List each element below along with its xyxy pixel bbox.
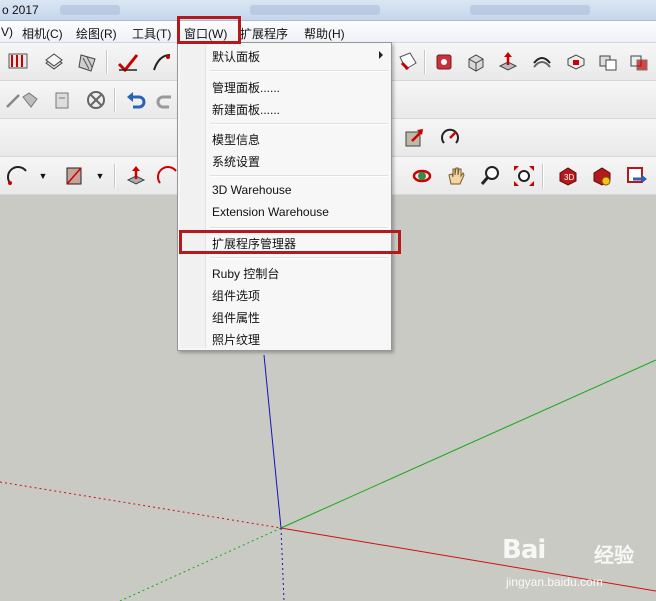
- watermark-url: jingyan.baidu.com: [506, 575, 603, 589]
- menu-item-photo-textures[interactable]: 照片纹理: [212, 331, 260, 348]
- erase-edge-icon[interactable]: [116, 50, 140, 74]
- intersect-icon[interactable]: [628, 50, 652, 74]
- menu-item-3d-warehouse[interactable]: 3D Warehouse: [212, 183, 292, 197]
- green-axis: [280, 359, 656, 529]
- menu-extensions[interactable]: 扩展程序: [240, 25, 288, 42]
- menu-item-manage-trays[interactable]: 管理面板......: [212, 79, 280, 96]
- menu-camera[interactable]: 相机(C): [22, 25, 63, 42]
- menu-item-model-info[interactable]: 模型信息: [212, 131, 260, 148]
- submenu-arrow-icon: [379, 51, 383, 59]
- menu-help[interactable]: 帮助(H): [304, 25, 345, 42]
- baidu-watermark: Bai 经验 jingyan.baidu.com: [502, 535, 652, 595]
- shadows-icon[interactable]: [76, 50, 100, 74]
- warehouse-icon[interactable]: 3D: [556, 164, 580, 188]
- position-camera-icon[interactable]: [50, 88, 74, 112]
- zoom-icon[interactable]: [478, 164, 502, 188]
- redo-icon[interactable]: [154, 88, 178, 112]
- menu-item-ruby-console[interactable]: Ruby 控制台: [212, 265, 279, 282]
- menu-view[interactable]: V): [1, 25, 13, 39]
- title-bar: o 2017: [0, 0, 656, 21]
- push-pull-icon[interactable]: [496, 50, 520, 74]
- watermark-logo: Bai: [502, 535, 546, 565]
- section-plane-icon[interactable]: [6, 50, 30, 74]
- push-pull-tool-icon[interactable]: [124, 164, 148, 188]
- layers-icon[interactable]: [42, 50, 66, 74]
- share-model-icon[interactable]: [624, 164, 648, 188]
- menu-item-extension-warehouse[interactable]: Extension Warehouse: [212, 205, 329, 219]
- blue-axis-negative: [280, 527, 285, 601]
- highlight-extension-manager: [179, 230, 401, 254]
- scale-icon[interactable]: [402, 126, 426, 150]
- menu-item-default-tray[interactable]: 默认面板: [212, 48, 260, 65]
- watermark-logo-tail: 经验: [594, 545, 634, 567]
- outer-shell-icon[interactable]: [596, 50, 620, 74]
- red-axis-negative: [0, 481, 282, 529]
- cancel-icon[interactable]: [84, 88, 108, 112]
- extension-warehouse-icon[interactable]: [590, 164, 614, 188]
- menu-item-component-attributes[interactable]: 组件属性: [212, 309, 260, 326]
- zoom-extents-icon[interactable]: [512, 164, 536, 188]
- rectangle-dropdown-icon[interactable]: ▼: [95, 164, 105, 188]
- undo-icon[interactable]: [124, 88, 148, 112]
- rectangle-icon[interactable]: [62, 164, 86, 188]
- paint-icon[interactable]: [395, 50, 419, 74]
- highlight-window-menu: [177, 16, 241, 44]
- menu-tools[interactable]: 工具(T): [132, 25, 171, 42]
- menu-item-component-options[interactable]: 组件选项: [212, 287, 260, 304]
- rotate-icon[interactable]: [438, 126, 462, 150]
- solid-tools-icon[interactable]: [564, 50, 588, 74]
- window-menu-dropdown: 默认面板 管理面板...... 新建面板...... 模型信息 系统设置 3D …: [177, 42, 392, 351]
- walk-icon[interactable]: [18, 88, 42, 112]
- pan-icon[interactable]: [444, 164, 468, 188]
- menu-item-new-tray[interactable]: 新建面板......: [212, 101, 280, 118]
- green-axis-negative: [119, 527, 282, 601]
- box-icon[interactable]: [464, 50, 488, 74]
- arc-dropdown-icon[interactable]: ▼: [38, 164, 48, 188]
- arc-icon[interactable]: [6, 164, 30, 188]
- menu-draw[interactable]: 绘图(R): [76, 25, 117, 42]
- orbit-icon[interactable]: [410, 164, 434, 188]
- svg-text:3D: 3D: [564, 173, 574, 182]
- menu-bar: V) 相机(C) 绘图(R) 工具(T) 窗口(W) 扩展程序 帮助(H): [0, 21, 656, 43]
- blue-axis: [263, 354, 282, 529]
- freehand-icon[interactable]: [150, 50, 174, 74]
- components-icon[interactable]: [432, 50, 456, 74]
- window-title: o 2017: [2, 3, 39, 17]
- follow-me-icon[interactable]: [530, 50, 554, 74]
- menu-item-preferences[interactable]: 系统设置: [212, 153, 260, 170]
